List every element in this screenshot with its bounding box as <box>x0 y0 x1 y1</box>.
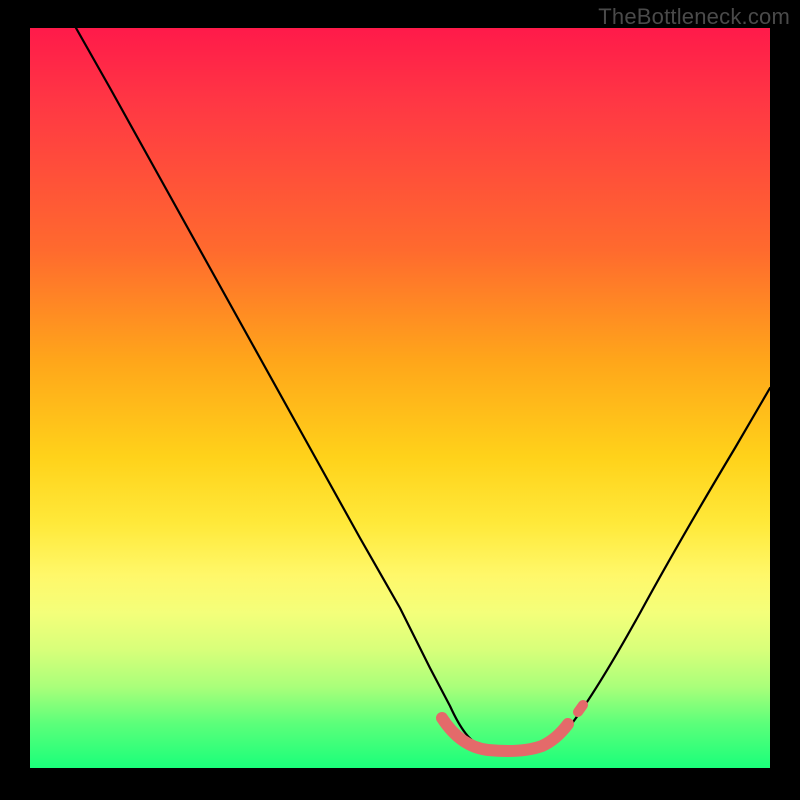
chart-frame: TheBottleneck.com <box>0 0 800 800</box>
curve-right-branch <box>530 388 770 751</box>
curve-left-branch <box>76 28 530 753</box>
optimal-range-marker-end <box>578 705 583 712</box>
plot-gradient-area <box>30 28 770 768</box>
watermark-text: TheBottleneck.com <box>598 4 790 30</box>
optimal-range-marker <box>442 718 568 751</box>
bottleneck-curve-svg <box>30 28 770 768</box>
